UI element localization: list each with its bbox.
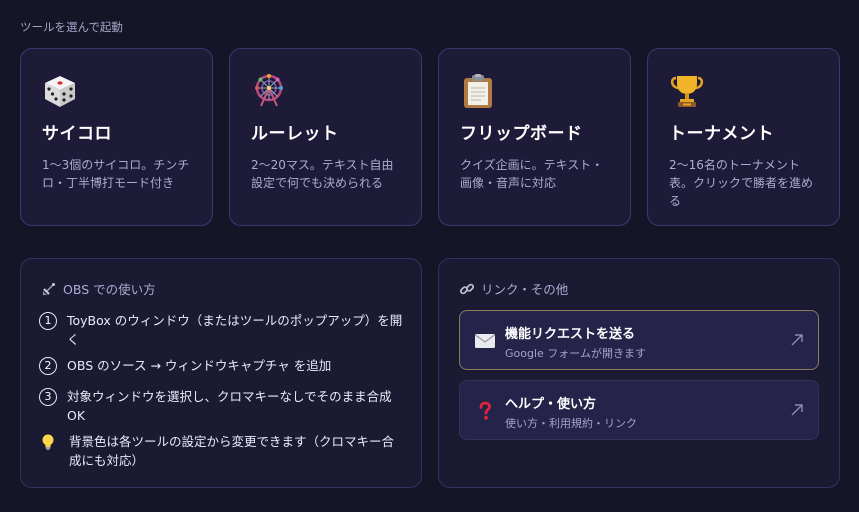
- tip-text: 背景色は各ツールの設定から変更できます（クロマキー合 成にも対応）: [69, 434, 395, 468]
- obs-tip: 背景色は各ツールの設定から変更できます（クロマキー合 成にも対応）: [39, 432, 404, 470]
- tool-desc: 1〜3個のサイコロ。チンチ ロ・丁半博打モード付き: [42, 158, 190, 190]
- tool-card-tournament[interactable]: トーナメント 2〜16名のトーナメント 表。クリックで勝者を進め る: [647, 48, 840, 226]
- tool-name: トーナメント: [669, 124, 774, 144]
- link-title: ヘルプ・使い方: [505, 397, 597, 412]
- tool-card-flipboard[interactable]: フリップボード クイズ企画に。テキスト・ 画像・音声に対応: [438, 48, 631, 226]
- help-button[interactable]: ヘルプ・使い方 使い方・利用規約・リンク: [459, 380, 819, 440]
- tool-name: フリップボード: [460, 124, 583, 144]
- satellite-icon: [43, 282, 55, 295]
- question-icon: [479, 401, 491, 420]
- step-text: 対象ウィンドウを選択し、クロマキーなしでそのまま合成 OK: [67, 389, 392, 423]
- section-label: ツールを選んで起動: [20, 20, 123, 34]
- obs-panel-title: OBS での使い方: [41, 279, 156, 298]
- step-number: 3: [39, 388, 57, 406]
- links-panel-title: リンク・その他: [459, 279, 568, 298]
- external-arrow-icon: [791, 334, 803, 346]
- tool-name: ルーレット: [251, 124, 339, 144]
- step-text: ToyBox のウィンドウ（またはツールのポップアップ）を開 く: [67, 313, 403, 347]
- trophy-icon: [670, 76, 704, 107]
- feature-request-button[interactable]: 機能リクエストを送る Google フォームが開きます: [459, 310, 819, 370]
- link-title: 機能リクエストを送る: [505, 327, 636, 342]
- obs-step-2: 2 OBS のソース → ウィンドウキャプチャ を追加: [39, 356, 404, 375]
- obs-step-1: 1 ToyBox のウィンドウ（またはツールのポップアップ）を開 く: [39, 311, 404, 349]
- links-panel: リンク・その他 機能リクエストを送る Google フォームが開きます ヘルプ・…: [438, 258, 840, 488]
- link-icon: [459, 283, 475, 294]
- clipboard-icon: [464, 74, 492, 108]
- tool-card-dice[interactable]: サイコロ 1〜3個のサイコロ。チンチ ロ・丁半博打モード付き: [20, 48, 213, 226]
- lightbulb-icon: [42, 434, 54, 450]
- link-subtitle: 使い方・利用規約・リンク: [505, 417, 637, 430]
- envelope-icon: [475, 334, 495, 348]
- step-number: 2: [39, 357, 57, 375]
- step-text: OBS のソース → ウィンドウキャプチャ を追加: [67, 358, 332, 373]
- obs-step-3: 3 対象ウィンドウを選択し、クロマキーなしでそのまま合成 OK: [39, 387, 404, 425]
- tool-grid: サイコロ 1〜3個のサイコロ。チンチ ロ・丁半博打モード付き ルーレット 2〜2…: [20, 48, 840, 226]
- tool-card-roulette[interactable]: ルーレット 2〜20マス。テキスト自由 設定で何でも決められる: [229, 48, 422, 226]
- tool-desc: クイズ企画に。テキスト・ 画像・音声に対応: [460, 158, 604, 190]
- tool-name: サイコロ: [42, 124, 112, 144]
- ferris-wheel-icon: [255, 74, 283, 107]
- external-arrow-icon: [791, 404, 803, 416]
- step-number: 1: [39, 312, 57, 330]
- obs-usage-panel: OBS での使い方 1 ToyBox のウィンドウ（またはツールのポップアップ）…: [20, 258, 422, 488]
- tool-desc: 2〜16名のトーナメント 表。クリックで勝者を進め る: [669, 158, 814, 208]
- link-subtitle: Google フォームが開きます: [505, 347, 646, 360]
- dice-icon: [45, 76, 75, 107]
- tool-desc: 2〜20マス。テキスト自由 設定で何でも決められる: [251, 158, 394, 190]
